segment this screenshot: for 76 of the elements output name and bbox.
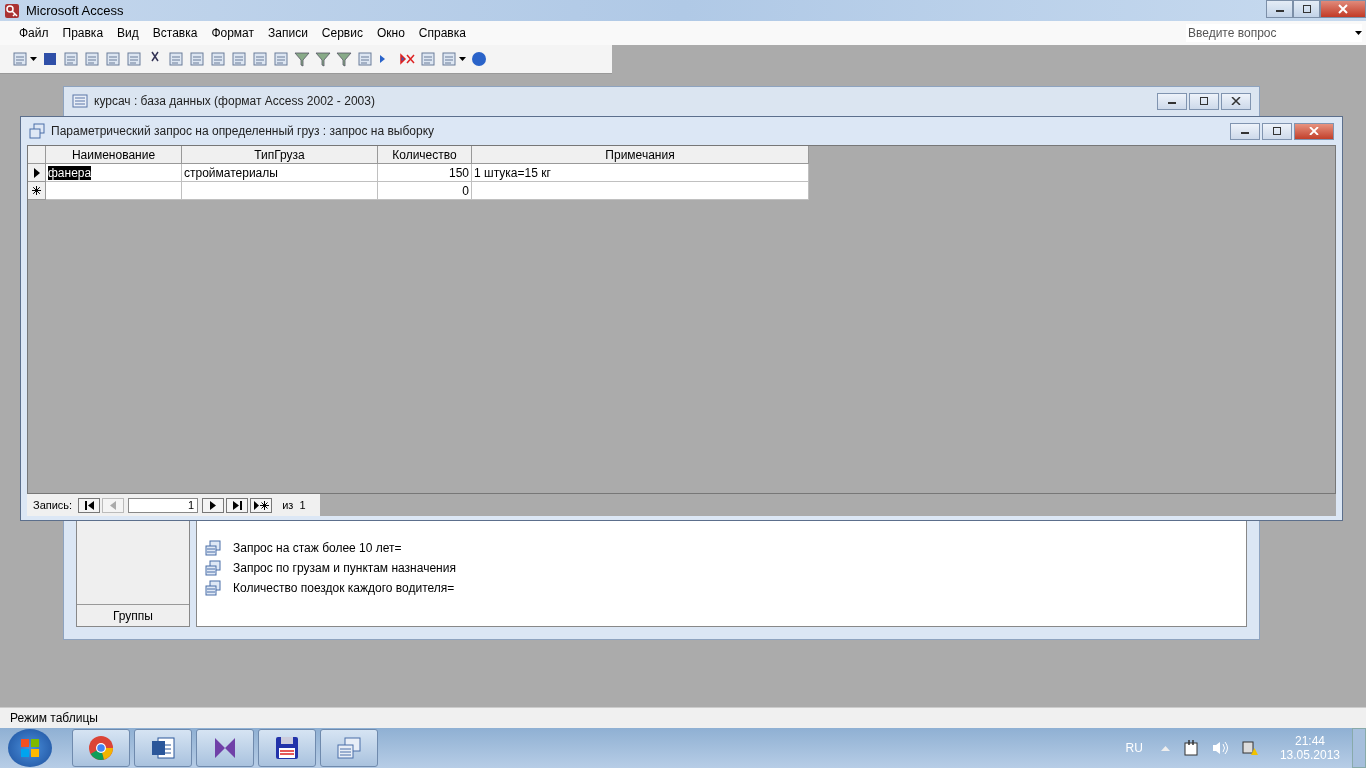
restore-icon [1272, 127, 1282, 135]
query-icon [29, 123, 45, 139]
table-cell: 0 [462, 183, 469, 198]
column-header[interactable]: Количество [378, 146, 472, 164]
menu-item[interactable]: Файл [12, 26, 56, 40]
database-icon [72, 93, 88, 109]
restore-button[interactable] [1293, 0, 1320, 18]
bowtie-taskbar-icon[interactable] [196, 729, 254, 767]
record-number-field[interactable]: 1 [128, 497, 199, 513]
query-item[interactable]: Запрос по грузам и пунктам назначения [233, 561, 456, 575]
column-header[interactable]: ТипГруза [182, 146, 378, 164]
restore-button[interactable] [1189, 92, 1219, 110]
menu-item[interactable]: Справка [411, 26, 473, 40]
menu-item[interactable]: Записи [261, 26, 315, 40]
record-label: Запись: [33, 499, 73, 511]
query-icon [205, 560, 221, 576]
column-header[interactable]: Примечания [472, 146, 809, 164]
close-icon [1337, 4, 1349, 14]
new-record-button[interactable] [250, 497, 273, 513]
menu-item[interactable]: Формат [204, 26, 262, 40]
query-item[interactable]: Количество поездок каждого водителя= [233, 581, 455, 595]
window-title: курсач : база данных (формат Access 2002 - 2003) [94, 94, 375, 108]
menu-item[interactable]: Сервис [314, 26, 370, 40]
filter-icon[interactable] [336, 51, 352, 67]
window-title: Microsoft Access [26, 3, 124, 18]
query-icon [205, 580, 221, 596]
table-cell: 1 штука=15 кг [474, 165, 551, 180]
table-cell: фанера [48, 165, 92, 180]
dropdown-icon[interactable] [1355, 31, 1362, 35]
minimize-button[interactable] [1230, 122, 1260, 140]
row-selector[interactable] [28, 164, 46, 182]
minimize-button[interactable] [1157, 92, 1187, 110]
close-button[interactable] [1294, 122, 1334, 140]
floppy-disk-taskbar-icon[interactable] [258, 729, 316, 767]
key-icon [4, 2, 20, 19]
select-all-cell[interactable] [28, 146, 46, 164]
filter-selection-icon[interactable] [294, 51, 310, 67]
last-record-icon [232, 500, 242, 510]
restore-icon [1301, 4, 1312, 14]
next-record-button[interactable] [202, 497, 225, 513]
last-record-button[interactable] [226, 497, 249, 513]
filter-form-icon[interactable] [315, 51, 331, 67]
document-taskbar-icon[interactable] [134, 729, 192, 767]
groups-button[interactable]: Группы [77, 604, 189, 626]
menu-item[interactable]: Правка [55, 26, 111, 40]
first-record-icon [84, 500, 94, 510]
caret-icon[interactable] [30, 57, 37, 61]
menu-item[interactable]: Окно [369, 26, 412, 40]
network-warning-icon[interactable] [1241, 740, 1258, 756]
help-search-field[interactable]: Введите вопрос [1186, 24, 1362, 42]
browser-taskbar-icon[interactable] [72, 729, 130, 767]
table-cell: 150 [448, 165, 469, 180]
menu-item[interactable]: Вставка [145, 26, 205, 40]
delete-record-icon[interactable] [399, 51, 415, 67]
status-text: Режим таблицы [10, 711, 98, 725]
caret-icon[interactable] [459, 57, 466, 61]
menu-item[interactable]: Вид [110, 26, 146, 40]
query-icon [205, 540, 221, 556]
date-text: 13.05.2013 [1279, 748, 1340, 762]
previous-record-icon [110, 500, 117, 510]
column-header[interactable]: Наименование [46, 146, 182, 164]
first-record-button[interactable] [78, 497, 101, 513]
close-button[interactable] [1221, 92, 1251, 110]
record-count-text: из 1 [282, 499, 306, 511]
query-item[interactable]: Запрос на стаж более 10 лет= [233, 541, 402, 555]
minimize-button[interactable] [1266, 0, 1293, 18]
next-record-icon [210, 500, 217, 510]
close-icon [1309, 127, 1319, 135]
close-icon [1231, 97, 1241, 105]
windows-logo-icon [19, 737, 41, 759]
restore-button[interactable] [1262, 122, 1292, 140]
table-cell: стройматериалы [184, 165, 278, 180]
window-title: Параметрический запрос на определенный груз : запрос на выборку [51, 124, 435, 138]
start-button[interactable] [8, 729, 52, 767]
time-text: 21:44 [1294, 734, 1325, 748]
restore-icon [1199, 97, 1209, 105]
